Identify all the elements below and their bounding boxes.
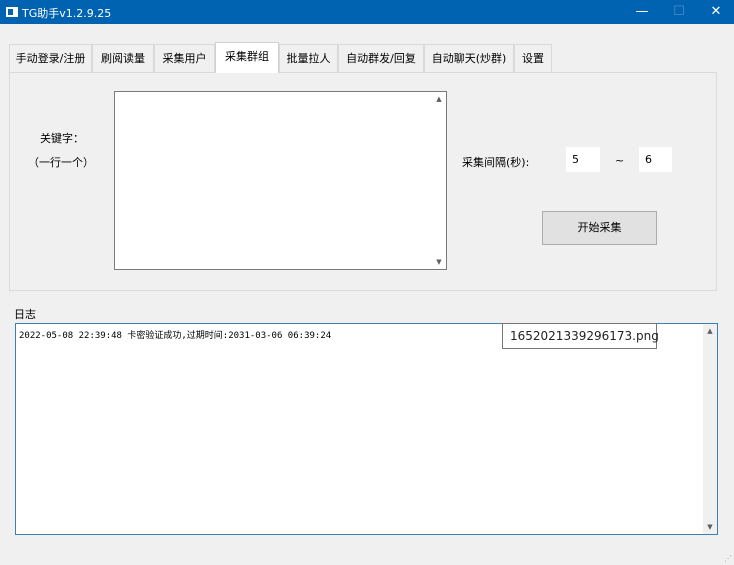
filename-tooltip: 1652021339296173.png <box>502 323 659 349</box>
log-scroll-down-icon[interactable]: ▼ <box>704 521 716 533</box>
interval-label: 采集间隔(秒): <box>462 156 530 169</box>
interval-max-input[interactable]: 6 <box>639 147 672 172</box>
resize-grip-icon[interactable]: ⋰ <box>724 554 732 563</box>
interval-min-input[interactable]: 5 <box>566 147 600 172</box>
tab-collect-users[interactable]: 采集用户 <box>154 44 215 72</box>
keyword-label: 关键字： <box>40 132 84 145</box>
tab-manual-login[interactable]: 手动登录/注册 <box>9 44 92 72</box>
log-legend: 日志 <box>14 308 36 321</box>
keyword-hint: （一行一个） <box>28 156 94 169</box>
tab-auto-broadcast[interactable]: 自动群发/回复 <box>338 44 424 72</box>
tab-read-count[interactable]: 刷阅读量 <box>92 44 154 72</box>
interval-separator: ~ <box>615 154 625 167</box>
tab-collect-groups[interactable]: 采集群组 <box>215 42 279 73</box>
log-textarea[interactable]: 2022-05-08 22:39:48 卡密验证成功,过期时间:2031-03-… <box>15 323 718 535</box>
window-title: TG助手v1.2.9.25 <box>22 7 112 20</box>
log-line: 2022-05-08 22:39:48 卡密验证成功,过期时间:2031-03-… <box>19 331 332 341</box>
scroll-up-icon[interactable]: ▲ <box>433 93 445 105</box>
start-collect-button[interactable]: 开始采集 <box>542 211 657 245</box>
tab-settings[interactable]: 设置 <box>514 44 552 72</box>
scroll-down-icon[interactable]: ▼ <box>433 256 445 268</box>
minimize-button[interactable]: — <box>624 0 660 24</box>
keywords-textarea[interactable]: ▲ ▼ <box>114 91 447 270</box>
collect-groups-panel: 关键字： （一行一个） ▲ ▼ 采集间隔(秒): 5 ~ 6 开始采集 <box>9 72 717 291</box>
log-scrollbar[interactable]: ▲ ▼ <box>703 324 717 534</box>
log-scroll-up-icon[interactable]: ▲ <box>704 325 716 337</box>
maximize-button[interactable]: ☐ <box>661 0 697 24</box>
title-bar: TG助手v1.2.9.25 — ☐ ✕ <box>0 0 734 24</box>
tab-auto-chat[interactable]: 自动聊天(炒群) <box>424 44 514 72</box>
app-icon <box>6 7 18 17</box>
tab-batch-invite[interactable]: 批量拉人 <box>279 44 338 72</box>
close-button[interactable]: ✕ <box>698 0 734 24</box>
